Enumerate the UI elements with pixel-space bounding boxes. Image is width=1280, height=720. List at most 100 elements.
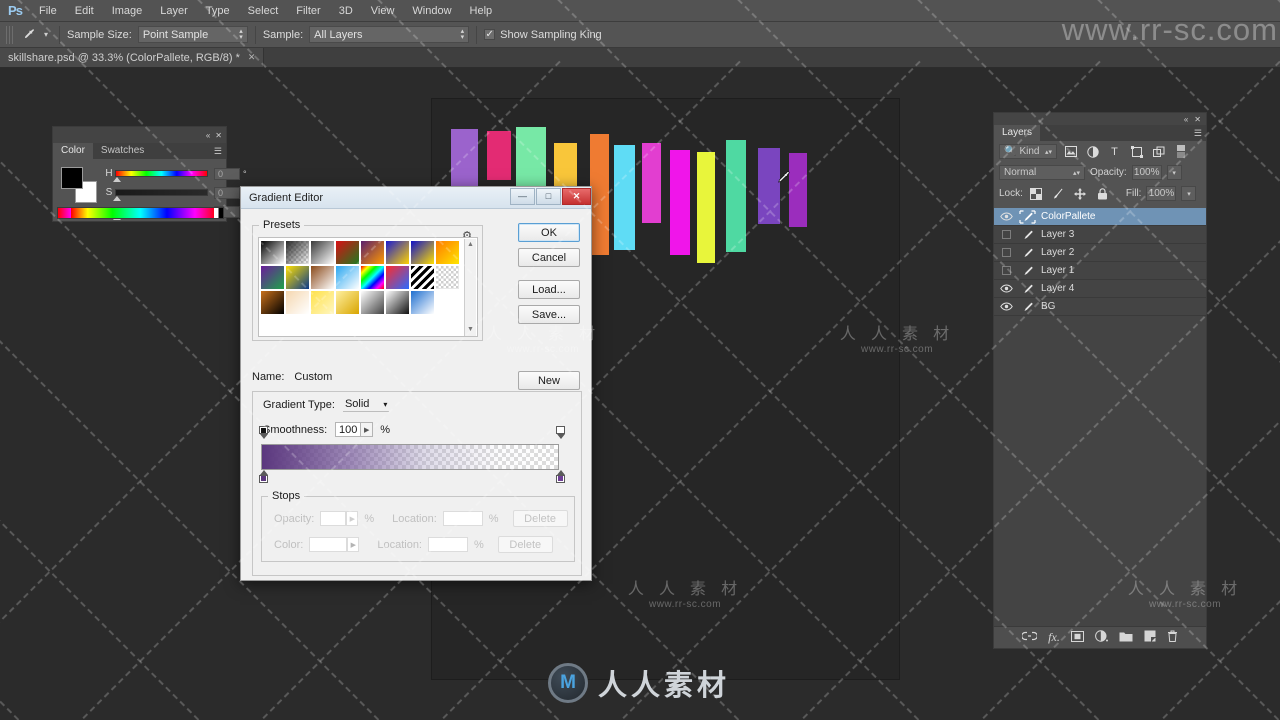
menu-item-layer[interactable]: Layer — [151, 0, 197, 22]
gradient-preset[interactable] — [435, 240, 460, 265]
adjustment-filter-icon[interactable] — [1084, 143, 1101, 160]
close-button[interactable]: ✕ — [562, 187, 591, 205]
eye-hidden-icon[interactable] — [998, 264, 1014, 278]
name-value[interactable]: Custom — [294, 371, 332, 383]
filter-toggle-icon[interactable] — [1172, 143, 1189, 160]
layer-thumbnail[interactable] — [1018, 227, 1037, 242]
presets-scrollbar[interactable]: ▲ ▼ — [464, 239, 476, 336]
image-filter-icon[interactable] — [1062, 143, 1079, 160]
gradient-preset[interactable] — [260, 240, 285, 265]
color-spectrum-ramp[interactable] — [57, 207, 224, 219]
gradient-preset[interactable] — [285, 240, 310, 265]
load-button[interactable]: Load... — [518, 280, 580, 299]
add-mask-icon[interactable] — [1070, 630, 1084, 645]
presets-grid[interactable] — [260, 240, 460, 315]
layer-row[interactable]: Layer 4 — [994, 280, 1206, 298]
gradient-preset[interactable] — [360, 265, 385, 290]
options-bar-grip[interactable] — [6, 25, 14, 44]
maximize-button[interactable]: □ — [536, 187, 561, 205]
scroll-up-icon[interactable]: ▲ — [465, 239, 476, 250]
eye-hidden-icon[interactable] — [998, 228, 1014, 242]
document-tab[interactable]: skillshare.psd @ 33.3% (ColorPallete, RG… — [0, 48, 265, 67]
gradient-preset[interactable] — [410, 240, 435, 265]
scroll-down-icon[interactable]: ▼ — [465, 324, 476, 335]
gradient-preset[interactable] — [335, 240, 360, 265]
panel-menu-icon[interactable]: ☰ — [214, 146, 222, 157]
layer-style-fx-icon[interactable]: fx. — [1048, 630, 1060, 645]
opacity-stop-start[interactable] — [259, 426, 268, 439]
link-layers-icon[interactable] — [1021, 631, 1039, 644]
layer-thumbnail[interactable] — [1018, 263, 1037, 278]
close-icon[interactable]: ✕ — [1194, 115, 1201, 124]
gradient-preset[interactable] — [435, 265, 460, 290]
gradient-preview-strip[interactable] — [261, 444, 559, 470]
gradient-preset[interactable] — [310, 240, 335, 265]
layer-row[interactable]: Layer 1 — [994, 262, 1206, 280]
color-stop-end[interactable] — [556, 470, 565, 483]
sample-select[interactable]: All Layers ▴ ▾ — [309, 26, 470, 43]
opacity-dropdown-icon[interactable]: ▾ — [1166, 165, 1182, 180]
panel-menu-icon[interactable]: ☰ — [1194, 128, 1202, 139]
menu-item-3d[interactable]: 3D — [330, 0, 362, 22]
tool-preset-caret-icon[interactable]: ▾ — [40, 25, 52, 45]
gradient-preset[interactable] — [310, 290, 335, 315]
tab-layers[interactable]: Layers — [994, 125, 1041, 141]
menu-item-edit[interactable]: Edit — [66, 0, 103, 22]
foreground-color-swatch[interactable] — [61, 167, 83, 189]
gradient-preset[interactable] — [260, 265, 285, 290]
blend-mode-select[interactable]: Normal ▴▾ — [999, 165, 1085, 180]
gradient-preset[interactable] — [360, 240, 385, 265]
minimize-button[interactable]: — — [510, 187, 535, 205]
sample-size-select[interactable]: Point Sample ▴ ▾ — [137, 26, 248, 43]
fill-value[interactable]: 100% — [1146, 186, 1177, 201]
gradient-preset[interactable] — [385, 265, 410, 290]
new-layer-icon[interactable] — [1144, 630, 1156, 645]
black-white-swatch[interactable] — [214, 208, 223, 218]
menu-item-select[interactable]: Select — [239, 0, 288, 22]
gradient-preset[interactable] — [310, 265, 335, 290]
layer-row[interactable]: BG — [994, 298, 1206, 316]
close-icon[interactable]: ✕ — [248, 52, 256, 63]
eye-visible-icon[interactable] — [998, 300, 1014, 314]
gradient-preset[interactable] — [285, 265, 310, 290]
smartobject-filter-icon[interactable] — [1150, 143, 1167, 160]
save-button[interactable]: Save... — [518, 305, 580, 324]
lock-image-icon[interactable] — [1050, 185, 1067, 202]
fill-dropdown-icon[interactable]: ▾ — [1181, 186, 1197, 201]
ok-button[interactable]: OK — [518, 223, 580, 242]
opacity-stop-end[interactable] — [556, 426, 565, 439]
tab-swatches[interactable]: Swatches — [93, 143, 152, 159]
gradient-preset[interactable] — [385, 240, 410, 265]
menu-item-file[interactable]: File — [30, 0, 66, 22]
collapse-icon[interactable]: « — [206, 131, 210, 140]
filter-kind-select[interactable]: 🔍 Kind ▴▾ — [999, 144, 1057, 159]
gradient-preset[interactable] — [335, 290, 360, 315]
layer-thumbnail[interactable] — [1018, 299, 1037, 314]
color-stop-start[interactable] — [259, 470, 268, 483]
gradient-preset[interactable] — [335, 265, 360, 290]
gradient-preset[interactable] — [260, 290, 285, 315]
opacity-value[interactable]: 100% — [1131, 165, 1162, 180]
presets-list[interactable]: ▲ ▼ — [258, 237, 478, 337]
layer-row[interactable]: Layer 2 — [994, 244, 1206, 262]
close-icon[interactable]: ✕ — [215, 131, 222, 140]
dialog-title-bar[interactable]: Gradient Editor — □ ✕ — [241, 187, 591, 209]
menu-item-filter[interactable]: Filter — [287, 0, 329, 22]
collapse-icon[interactable]: « — [1184, 115, 1188, 124]
eyedropper-icon[interactable] — [18, 25, 40, 45]
gradient-preset[interactable] — [285, 290, 310, 315]
delete-layer-icon[interactable] — [1167, 630, 1178, 645]
lock-all-icon[interactable] — [1094, 185, 1111, 202]
gradient-preset[interactable] — [385, 290, 410, 315]
smoothness-value[interactable]: 100 — [335, 422, 362, 437]
gradient-editor-dialog[interactable]: Gradient Editor — □ ✕ Presets ⚙ ▲ ▼ OK C… — [240, 186, 592, 581]
show-sampling-ring-checkbox[interactable]: ✓ Show Sampling King — [484, 29, 608, 41]
eye-visible-icon[interactable] — [998, 282, 1014, 296]
eye-hidden-icon[interactable] — [998, 246, 1014, 260]
lock-transparent-icon[interactable] — [1028, 185, 1045, 202]
hue-slider-thumb[interactable] — [113, 177, 121, 182]
layer-list[interactable]: ColorPallete Layer 3 Layer 2 Layer 1 Layer 4… — [994, 208, 1206, 626]
menu-item-type[interactable]: Type — [197, 0, 239, 22]
saturation-slider[interactable] — [113, 189, 208, 201]
new-group-icon[interactable] — [1119, 631, 1133, 645]
